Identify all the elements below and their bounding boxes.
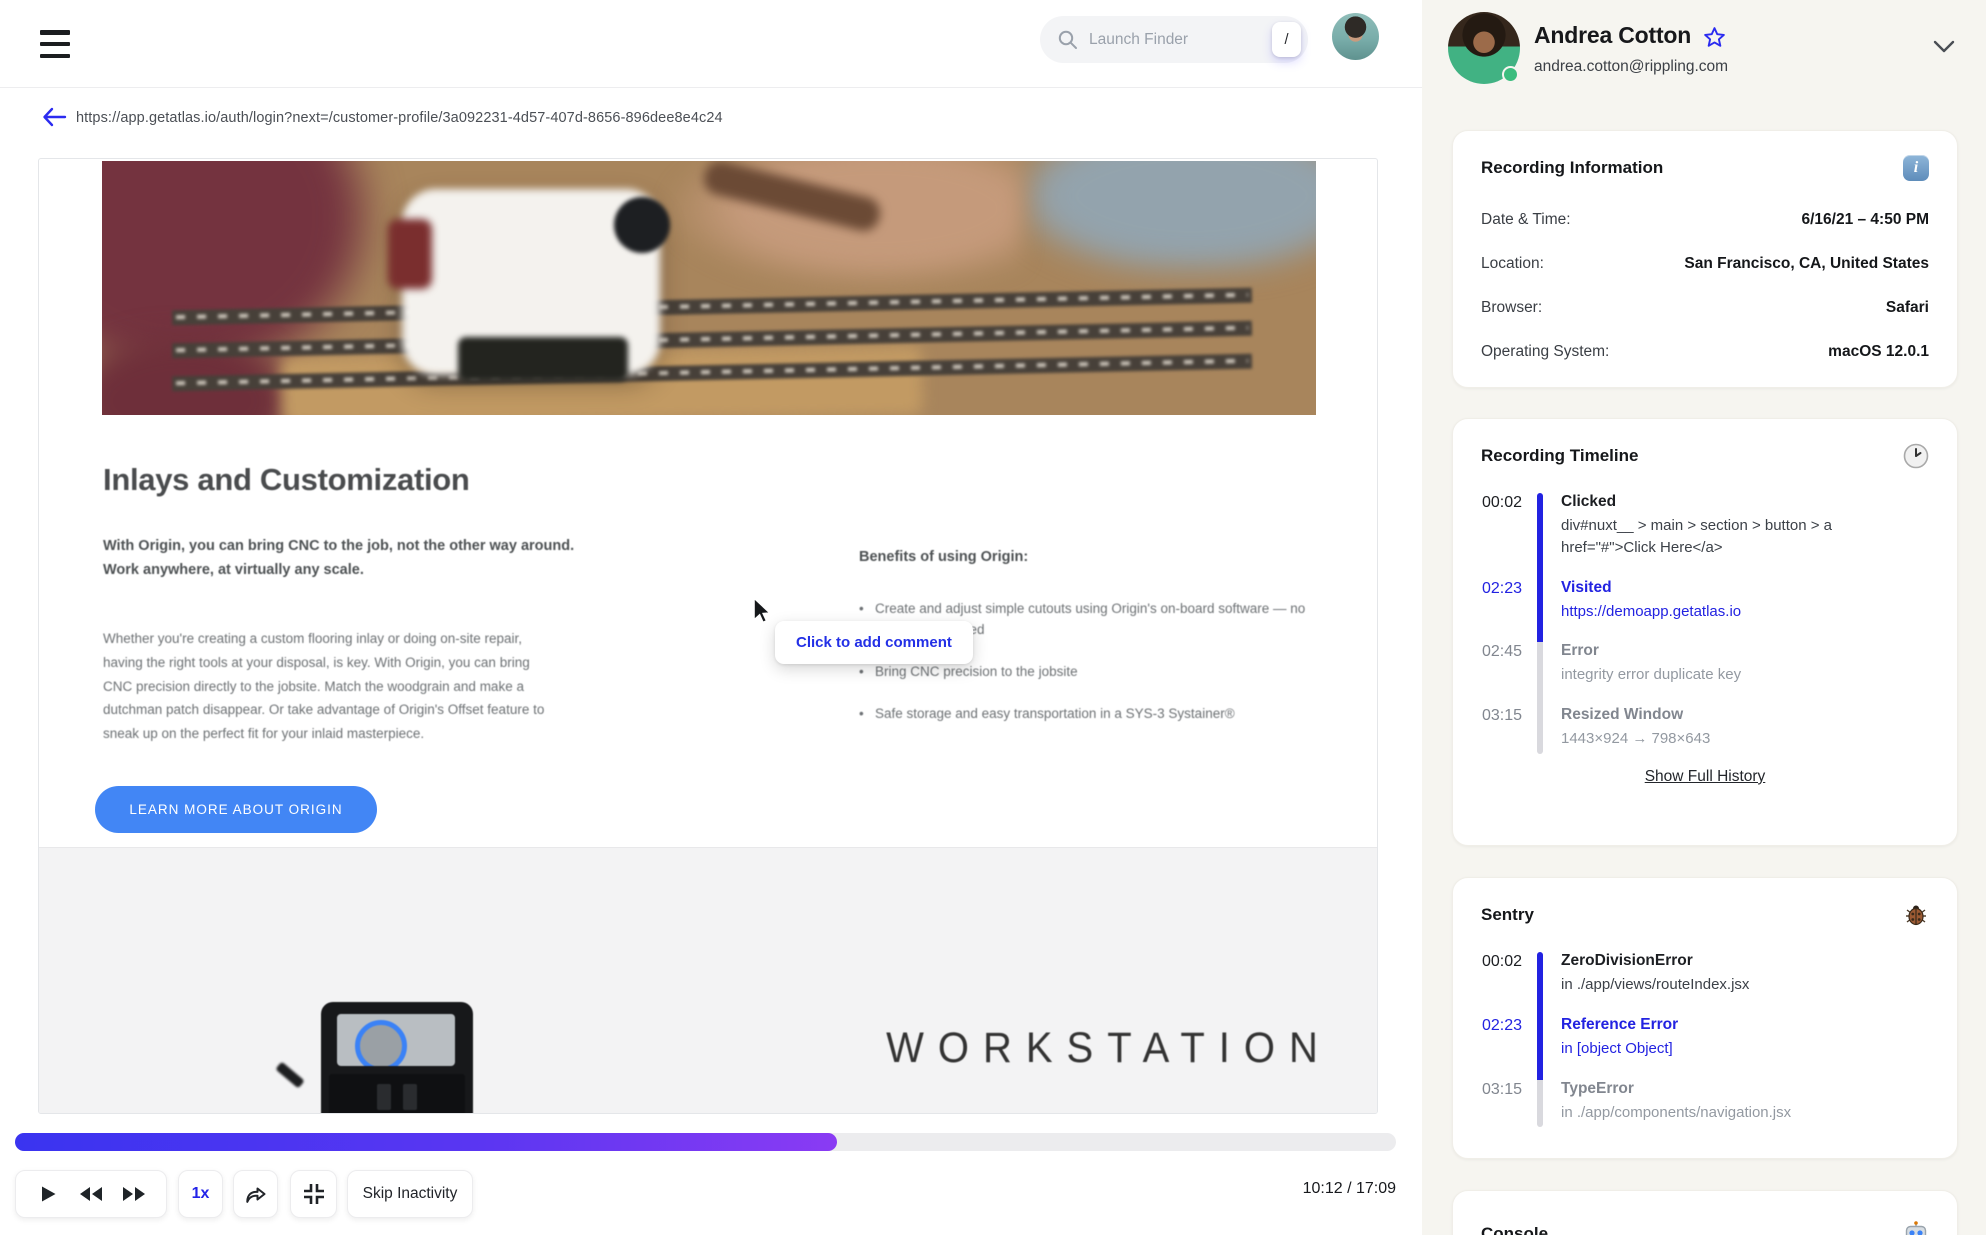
online-status-dot — [1502, 66, 1519, 83]
visited-url-link[interactable]: https://demoapp.getatlas.io — [1561, 601, 1929, 623]
info-row-location: Location: San Francisco, CA, United Stat… — [1481, 255, 1929, 272]
topbar-avatar[interactable] — [1332, 13, 1379, 60]
product-device-image — [275, 1002, 473, 1113]
star-icon[interactable] — [1703, 26, 1726, 48]
playback-speed-button[interactable]: 1x — [178, 1170, 223, 1218]
hero-photo — [102, 161, 1316, 415]
show-full-history-link[interactable]: Show Full History — [1645, 768, 1766, 786]
chevron-down-icon[interactable] — [1930, 38, 1958, 56]
hamburger-menu-icon[interactable] — [40, 30, 72, 58]
search-input[interactable] — [1089, 30, 1272, 49]
sentry-event[interactable]: 02:23 Reference Error in [object Object] — [1481, 1015, 1929, 1080]
user-name: Andrea Cotton — [1534, 22, 1692, 48]
recording-information-card: Recording Information Date & Time: 6/16/… — [1452, 130, 1958, 388]
search-box[interactable]: / — [1040, 16, 1308, 63]
session-replay-app: / https://app.getatlas.io/auth/login?nex… — [0, 0, 1986, 1235]
search-shortcut-badge: / — [1272, 22, 1301, 57]
fast-forward-button[interactable] — [115, 1174, 153, 1214]
clock-icon — [1903, 443, 1929, 469]
info-icon — [1903, 155, 1929, 181]
recording-timeline-title: Recording Timeline — [1481, 446, 1639, 465]
back-button[interactable] — [40, 104, 68, 130]
sentry-event[interactable]: 03:15 TypeError in ./app/components/navi… — [1481, 1079, 1929, 1128]
benefit-item: Bring CNC precision to the jobsite — [859, 662, 1307, 683]
timeline-event[interactable]: 03:15 Resized Window 1443×924 → 798×643 — [1481, 706, 1929, 754]
top-bar: / — [0, 0, 1422, 88]
benefit-item: Safe storage and easy transportation in … — [859, 704, 1307, 725]
sentry-card: Sentry 00:02 ZeroDivisionError in ./app/… — [1452, 877, 1958, 1159]
add-comment-tooltip: Click to add comment — [775, 621, 973, 664]
info-row-browser: Browser: Safari — [1481, 299, 1929, 316]
timeline-event[interactable]: 02:45 Error integrity error duplicate ke… — [1481, 642, 1929, 706]
back-arrow-icon — [43, 107, 67, 127]
playback-progress-fill — [15, 1133, 837, 1151]
cursor-icon — [751, 597, 777, 627]
timeline-event[interactable]: 02:23 Visited https://demoapp.getatlas.i… — [1481, 578, 1929, 643]
intro-paragraph: With Origin, you can bring CNC to the jo… — [103, 538, 575, 578]
play-button[interactable] — [29, 1174, 67, 1214]
user-email: andrea.cotton@rippling.com — [1534, 58, 1729, 75]
bug-icon — [1906, 905, 1926, 926]
recording-timeline-card: Recording Timeline 00:02 Clicked div#nux… — [1452, 418, 1958, 846]
timeline-event[interactable]: 00:02 Clicked div#nuxt__ > main > sectio… — [1481, 493, 1929, 579]
transport-controls — [15, 1170, 167, 1218]
collapse-view-button[interactable] — [290, 1170, 337, 1218]
body-paragraph: Whether you're creating a custom floorin… — [103, 631, 545, 741]
replay-viewport[interactable]: Inlays and Customization With Origin, yo… — [38, 158, 1378, 1114]
benefits-title: Benefits of using Origin: — [859, 549, 1029, 565]
console-card: Console — [1452, 1190, 1958, 1235]
playback-time: 10:12 / 17:09 — [1302, 1180, 1396, 1197]
learn-more-button[interactable]: LEARN MORE ABOUT ORIGIN — [95, 786, 377, 833]
recording-information-title: Recording Information — [1481, 158, 1664, 177]
skip-inactivity-button[interactable]: Skip Inactivity — [347, 1170, 473, 1218]
playback-progress-bar[interactable] — [15, 1133, 1396, 1151]
sentry-event[interactable]: 00:02 ZeroDivisionError in ./app/views/r… — [1481, 952, 1929, 1016]
rewind-button[interactable] — [72, 1174, 110, 1214]
share-button[interactable] — [233, 1170, 278, 1218]
info-row-os: Operating System: macOS 12.0.1 — [1481, 343, 1929, 360]
console-title: Console — [1481, 1224, 1549, 1235]
share-arrow-icon — [246, 1187, 266, 1203]
info-row-date-time: Date & Time: 6/16/21 – 4:50 PM — [1481, 211, 1929, 228]
details-sidebar: Andrea Cotton andrea.cotton@rippling.com… — [1422, 0, 1986, 1235]
search-icon — [1058, 30, 1077, 49]
product-section: WORKSTATION — [39, 847, 1377, 1113]
sentry-title: Sentry — [1481, 905, 1534, 924]
workstation-logo: WORKSTATION — [886, 1024, 1332, 1072]
robot-icon — [1905, 1221, 1927, 1235]
collapse-icon — [303, 1184, 324, 1204]
main-area: / https://app.getatlas.io/auth/login?nex… — [0, 0, 1422, 1235]
replay-url: https://app.getatlas.io/auth/login?next=… — [76, 110, 723, 126]
page-heading: Inlays and Customization — [103, 462, 470, 497]
